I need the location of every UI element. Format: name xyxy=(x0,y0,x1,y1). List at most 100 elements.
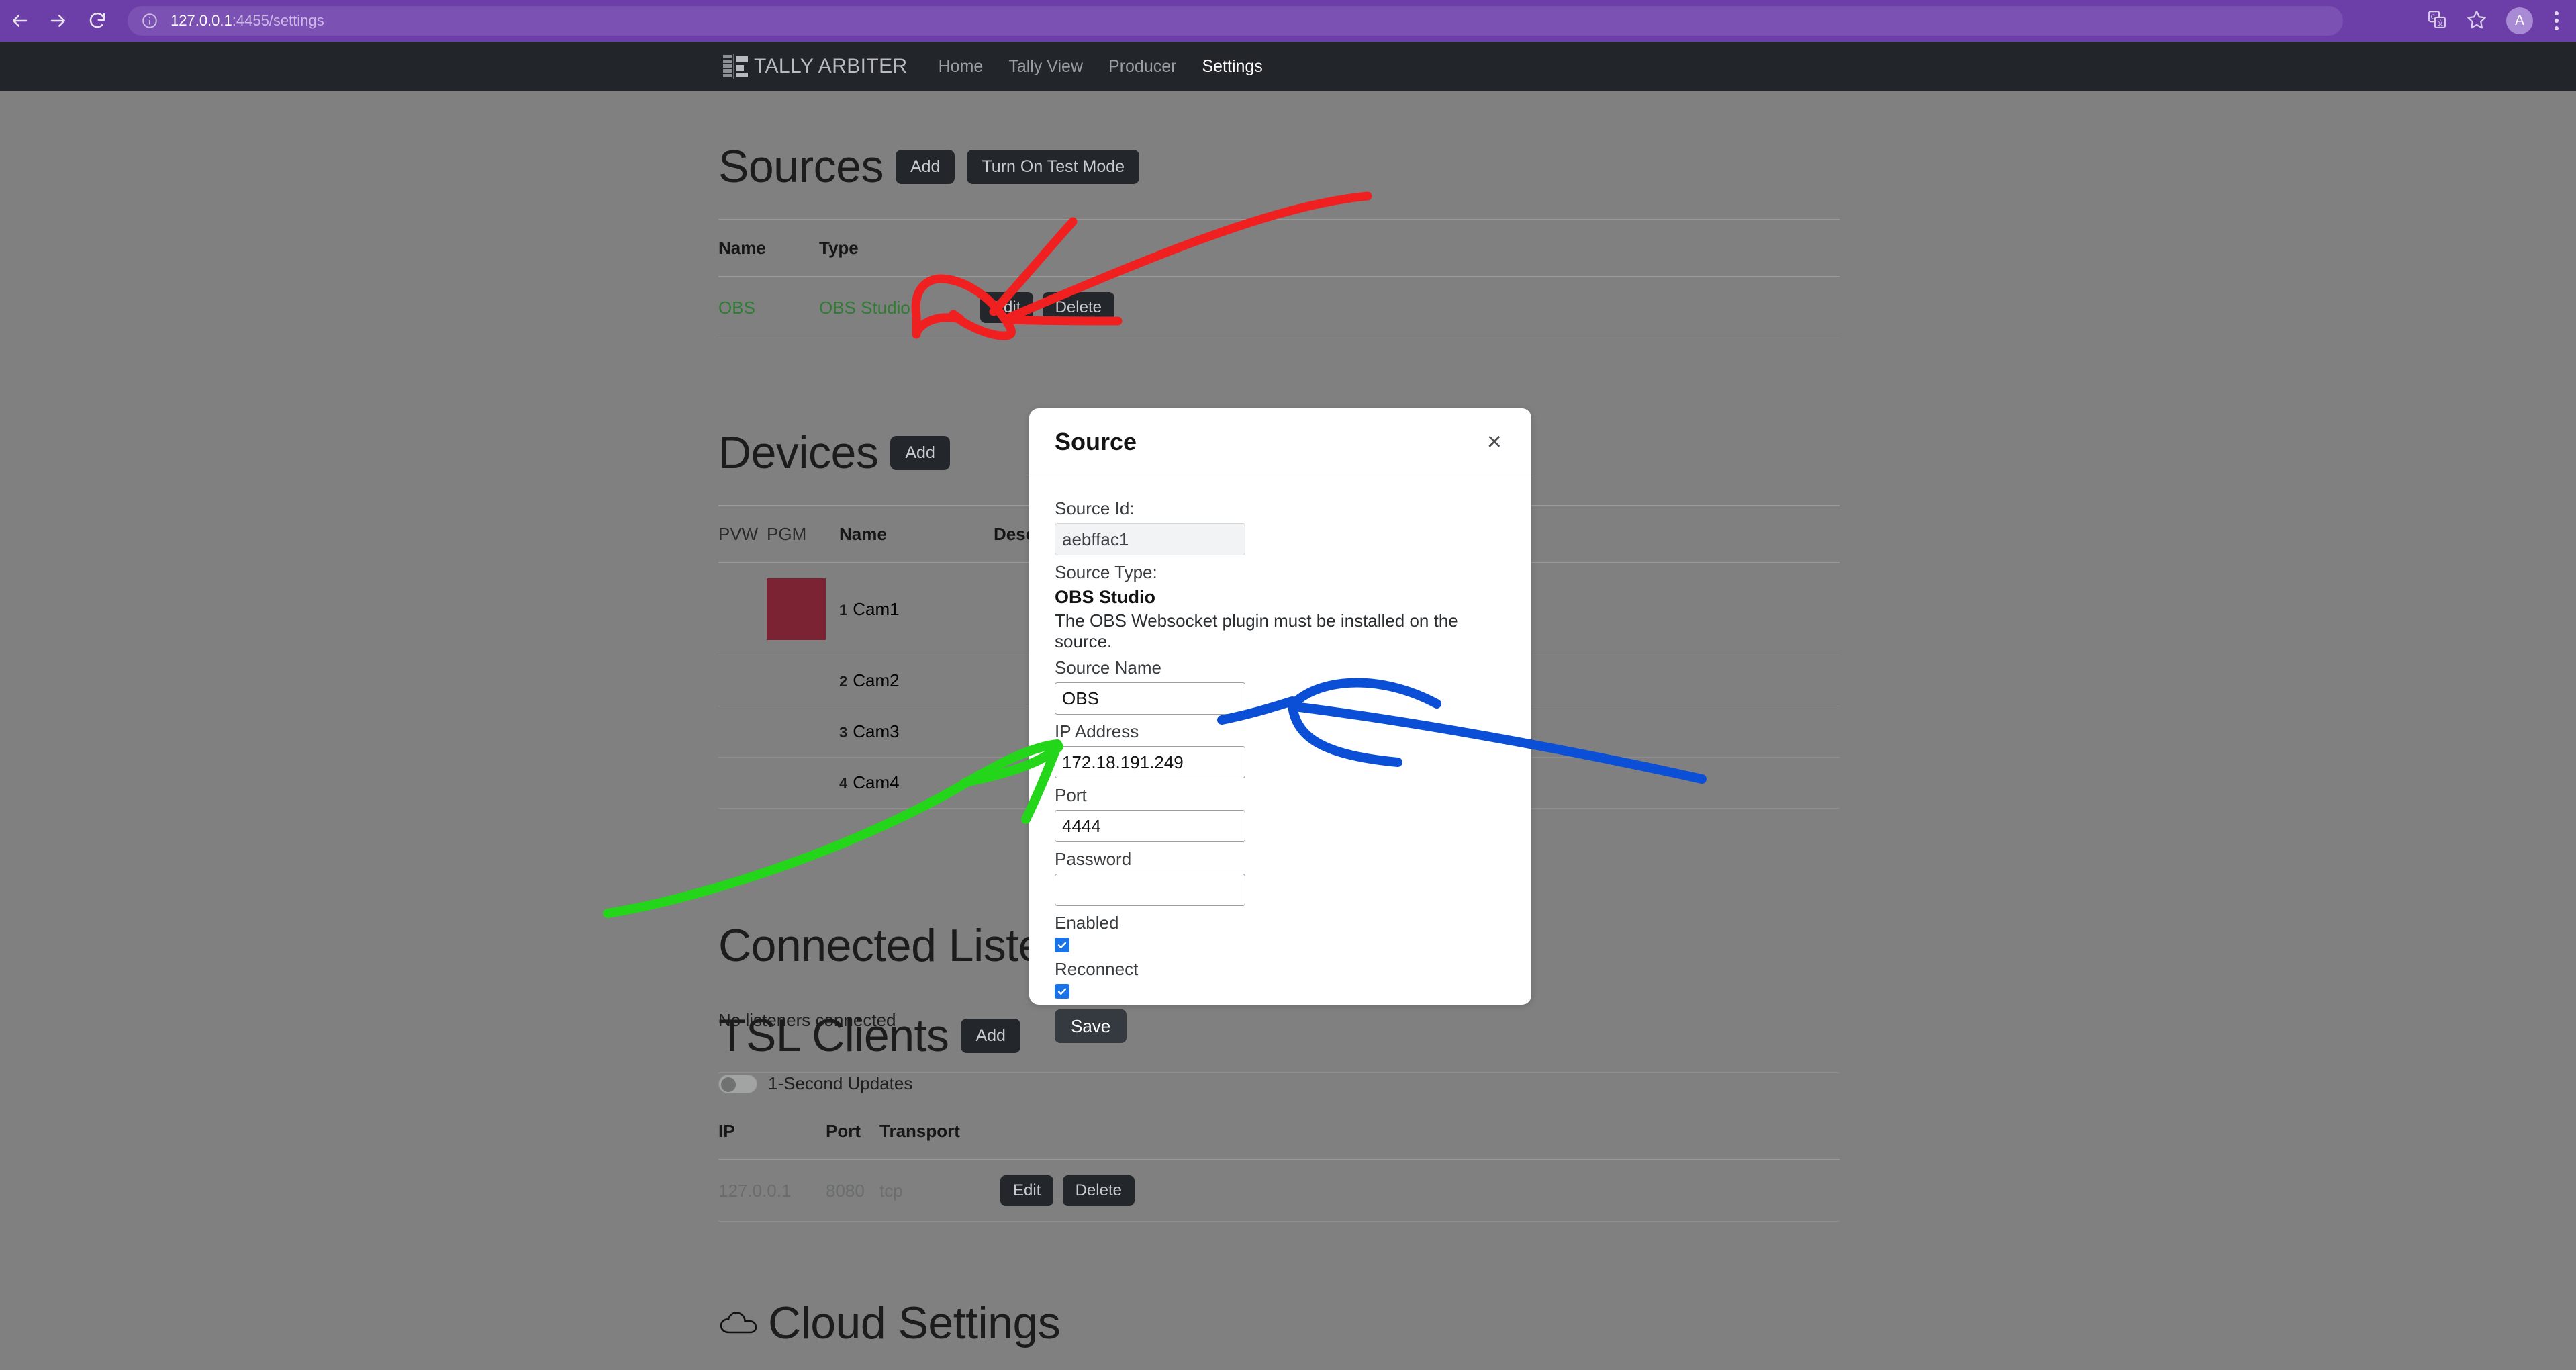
sources-col-type: Type xyxy=(819,219,980,277)
tsl-clients-add-button[interactable]: Add xyxy=(961,1018,1020,1053)
app-navbar: TALLY ARBITER Home Tally View Producer S… xyxy=(0,42,2576,91)
device-index: 3 xyxy=(839,724,848,741)
back-arrow-icon[interactable] xyxy=(0,1,39,40)
device-pvw-cell xyxy=(718,706,767,758)
enabled-checkbox[interactable] xyxy=(1055,938,1069,952)
one-second-updates-toggle[interactable] xyxy=(718,1074,757,1093)
cloud-settings-title: Cloud Settings xyxy=(768,1297,1061,1349)
source-name-label: Source Name xyxy=(1055,657,1161,678)
password-label: Password xyxy=(1055,849,1132,869)
nav-link-producer[interactable]: Producer xyxy=(1108,57,1176,77)
device-name: Cam2 xyxy=(853,670,900,690)
star-icon[interactable] xyxy=(2466,9,2487,34)
devices-col-pvw: PVW xyxy=(718,505,767,563)
table-row: OBS OBS Studio Edit Delete xyxy=(718,277,1840,338)
device-name-cell: 3 Cam3 xyxy=(839,706,994,758)
devices-col-name: Name xyxy=(839,505,994,563)
close-icon[interactable]: × xyxy=(1483,428,1506,455)
sources-title: Sources xyxy=(718,141,884,192)
one-second-updates-row[interactable]: 1-Second Updates xyxy=(718,1073,1840,1094)
tsl-col-ip: IP xyxy=(718,1103,826,1160)
tsl-col-transport: Transport xyxy=(879,1103,1000,1160)
svg-text:G: G xyxy=(2431,13,2436,21)
forward-arrow-icon[interactable] xyxy=(39,1,78,40)
nav-link-settings[interactable]: Settings xyxy=(1202,57,1262,77)
one-second-updates-label: 1-Second Updates xyxy=(768,1073,913,1093)
turn-on-test-mode-button[interactable]: Turn On Test Mode xyxy=(967,149,1140,184)
translate-icon[interactable]: G文 xyxy=(2427,9,2447,33)
source-help-text: The OBS Websocket plugin must be install… xyxy=(1055,610,1458,651)
brand-name: TALLY ARBITER xyxy=(754,55,908,77)
tsl-port-cell: 8080 xyxy=(826,1160,879,1222)
device-name-cell: 4 Cam4 xyxy=(839,757,994,809)
table-row: 127.0.0.1 8080 tcp Edit Delete xyxy=(718,1160,1840,1222)
reconnect-label: Reconnect xyxy=(1055,959,1139,979)
sources-add-button[interactable]: Add xyxy=(895,149,955,184)
tsl-table-header-row: IP Port Transport xyxy=(718,1103,1840,1160)
device-pvw-cell xyxy=(718,655,767,706)
navbar-links: Home Tally View Producer Settings xyxy=(939,57,1263,77)
tsl-edit-button[interactable]: Edit xyxy=(1000,1175,1054,1206)
address-bar[interactable]: 127.0.0.1:4455/settings xyxy=(128,6,2343,36)
device-pgm-cell xyxy=(767,655,839,706)
kebab-menu-icon[interactable] xyxy=(2552,9,2561,33)
svg-text:文: 文 xyxy=(2437,18,2444,27)
devices-title: Devices xyxy=(718,427,879,478)
sources-section: Sources Add Turn On Test Mode Name Type … xyxy=(718,144,1840,338)
pgm-indicator xyxy=(767,578,826,640)
nav-link-home[interactable]: Home xyxy=(939,57,984,77)
tsl-clients-table: IP Port Transport 127.0.0.1 8080 tcp Edi… xyxy=(718,1103,1840,1222)
enabled-label: Enabled xyxy=(1055,913,1119,933)
reconnect-checkbox[interactable] xyxy=(1055,984,1069,999)
source-id-field[interactable] xyxy=(1055,523,1245,555)
tsl-col-actions xyxy=(1000,1103,1840,1160)
device-pvw-cell xyxy=(718,757,767,809)
nav-link-tally-view[interactable]: Tally View xyxy=(1008,57,1083,77)
url-path: :4455/settings xyxy=(232,12,324,29)
source-name-cell: OBS xyxy=(718,277,819,338)
sources-col-actions xyxy=(980,219,1840,277)
device-index: 1 xyxy=(839,601,848,619)
source-modal-body: Source Id: Source Type: OBS Studio The O… xyxy=(1029,475,1531,1043)
device-name: Cam4 xyxy=(853,772,900,792)
cloud-settings-section: Cloud Settings xyxy=(718,1300,1840,1346)
tsl-delete-button[interactable]: Delete xyxy=(1062,1175,1135,1206)
source-modal: Source × Source Id: Source Type: OBS Stu… xyxy=(1029,408,1531,1043)
port-label: Port xyxy=(1055,785,1087,805)
devices-add-button[interactable]: Add xyxy=(890,435,950,470)
source-type-label: Source Type: xyxy=(1055,562,1157,582)
sources-table: Name Type OBS OBS Studio Edit Delete xyxy=(718,219,1840,338)
port-field[interactable] xyxy=(1055,810,1245,842)
save-button[interactable]: Save xyxy=(1055,1009,1127,1043)
tsl-transport-cell: tcp xyxy=(879,1160,1000,1222)
brand-logo[interactable]: TALLY ARBITER xyxy=(722,52,908,81)
tsl-ip-cell: 127.0.0.1 xyxy=(718,1160,826,1222)
source-name-field[interactable] xyxy=(1055,682,1245,715)
device-pgm-cell xyxy=(767,563,839,655)
url-host: 127.0.0.1 xyxy=(171,12,232,29)
source-type-value: OBS Studio xyxy=(1055,587,1155,607)
source-type-cell: OBS Studio xyxy=(819,277,980,338)
browser-toolbar-actions: G文 A xyxy=(2427,0,2576,42)
profile-avatar[interactable]: A xyxy=(2506,7,2533,34)
sources-header: Sources Add Turn On Test Mode xyxy=(718,144,1840,189)
browser-toolbar: 127.0.0.1:4455/settings xyxy=(0,0,2576,42)
tsl-clients-section: TSL Clients Add 1-Second Updates IP Port… xyxy=(718,1013,1840,1222)
source-modal-title: Source xyxy=(1055,427,1137,455)
sources-col-name: Name xyxy=(718,219,819,277)
password-field[interactable] xyxy=(1055,874,1245,906)
cloud-settings-header: Cloud Settings xyxy=(718,1300,1840,1346)
source-edit-button[interactable]: Edit xyxy=(980,292,1034,323)
ip-address-label: IP Address xyxy=(1055,721,1139,741)
site-info-icon[interactable] xyxy=(141,12,158,30)
device-pgm-cell xyxy=(767,706,839,758)
source-delete-button[interactable]: Delete xyxy=(1042,292,1114,323)
tsl-col-port: Port xyxy=(826,1103,879,1160)
device-name: Cam1 xyxy=(853,598,900,619)
tally-arbiter-logo-icon xyxy=(722,52,753,81)
ip-address-field[interactable] xyxy=(1055,746,1245,778)
device-name-cell: 1 Cam1 xyxy=(839,563,994,655)
device-name: Cam3 xyxy=(853,721,900,741)
cloud-icon xyxy=(718,1306,761,1341)
reload-icon[interactable] xyxy=(78,1,117,40)
